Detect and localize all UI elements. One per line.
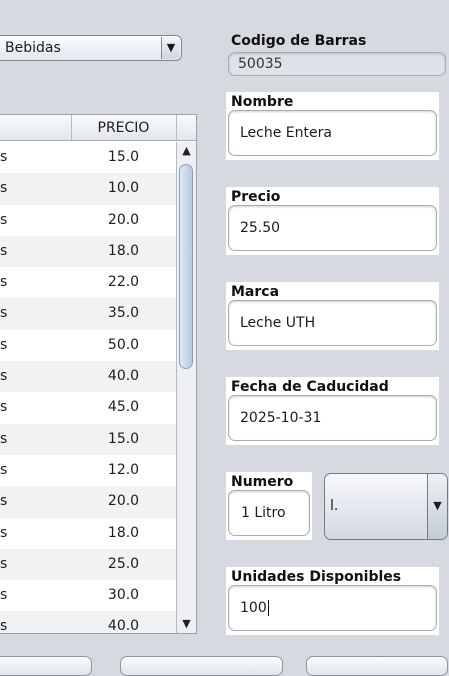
fecha-field[interactable]: 2025-10-31 [228,395,437,441]
nombre-field[interactable]: Leche Entera [228,110,437,156]
cell-name: s [0,336,8,353]
cell-precio: 18.0 [107,242,140,259]
cell-name: s [0,524,8,541]
cell-precio: 30.0 [107,587,140,604]
cell-precio: 50.0 [107,336,140,353]
scroll-up-icon[interactable]: ▲ [177,142,196,160]
cell-name: s [0,461,8,478]
table-row[interactable]: s 20.0 [0,205,176,236]
table-row[interactable]: s 35.0 [0,298,176,330]
cell-precio: 20.0 [107,493,140,510]
marca-field[interactable]: Leche UTH [228,300,437,346]
cell-name: s [0,493,8,510]
table-row[interactable]: s 20.0 [0,486,176,518]
table-row[interactable]: s 12.0 [0,455,176,486]
scroll-down-icon[interactable]: ▼ [177,615,196,633]
unidades-value: 100 [240,600,267,616]
table-row[interactable]: s 40.0 [0,611,176,634]
column-header-precio[interactable]: PRECIO [71,115,176,140]
table-row[interactable]: s 15.0 [0,142,176,173]
unit-select-value: l. [330,498,339,514]
cell-precio: 25.0 [107,555,140,572]
unit-select[interactable]: l. ▼ [324,473,448,540]
marca-value: Leche UTH [240,315,316,331]
cell-name: s [0,305,8,322]
bottom-button-3[interactable] [306,656,448,676]
table-row[interactable]: s 18.0 [0,235,176,268]
nombre-panel: Nombre Leche Entera [226,92,439,160]
cell-name: s [0,180,8,197]
cell-precio: 35.0 [107,305,140,322]
cell-name: s [0,618,8,634]
marca-label: Marca [231,284,280,300]
table-row[interactable]: s 15.0 [0,423,176,455]
cell-name: s [0,211,8,228]
category-select[interactable]: Bebidas ▼ [0,35,182,61]
cell-name: s [0,149,8,165]
chevron-down-icon[interactable]: ▼ [427,474,447,539]
table-corner [176,115,196,141]
table-vertical-scrollbar[interactable]: ▲ ▼ [176,142,196,633]
cell-name: s [0,587,8,604]
unidades-panel: Unidades Disponibles 100 [226,567,439,635]
numero-value: 1 Litro [241,505,286,521]
category-select-value: Bebidas [5,40,61,56]
fecha-label: Fecha de Caducidad [231,379,389,395]
precio-label: Precio [231,189,281,205]
cell-name: s [0,242,8,259]
unidades-label: Unidades Disponibles [231,569,402,585]
cell-name: s [0,430,8,447]
column-header-name[interactable] [0,115,72,140]
cell-name: s [0,368,8,385]
table-row[interactable]: s 50.0 [0,330,176,361]
barcode-field: 50035 [228,52,446,76]
bottom-button-1[interactable] [0,656,92,676]
precio-panel: Precio 25.50 [226,187,439,255]
table-row[interactable]: s 45.0 [0,392,176,423]
cell-name: s [0,555,8,572]
cell-precio: 20.0 [107,211,140,228]
nombre-label: Nombre [231,94,294,110]
text-cursor [267,600,269,616]
chevron-down-icon[interactable]: ▼ [161,37,180,59]
fecha-panel: Fecha de Caducidad 2025-10-31 [226,377,439,445]
barcode-label: Codigo de Barras [231,33,367,49]
cell-precio: 45.0 [107,399,140,416]
cell-name: s [0,274,8,291]
table-row[interactable]: s 10.0 [0,173,176,205]
table-header: PRECIO [0,115,176,141]
cell-precio: 10.0 [107,180,140,197]
cell-precio: 40.0 [107,618,140,634]
products-table: PRECIO s 15.0 s 10.0 s 20.0 s 18.0 s 22.0 s 35.0 s 50… [0,114,197,634]
fecha-value: 2025-10-31 [240,410,322,426]
table-row[interactable]: s 25.0 [0,548,176,581]
cell-precio: 15.0 [107,149,140,165]
nombre-value: Leche Entera [240,125,332,141]
table-row[interactable]: s 40.0 [0,361,176,393]
scrollbar-thumb[interactable] [179,164,193,369]
barcode-value: 50035 [238,56,283,72]
bottom-button-2[interactable] [120,656,283,676]
cell-precio: 18.0 [107,524,140,541]
table-row[interactable]: s 18.0 [0,518,176,549]
precio-value: 25.50 [240,220,281,236]
cell-precio: 22.0 [107,274,140,291]
cell-precio: 40.0 [107,368,140,385]
table-row[interactable]: s 22.0 [0,267,176,298]
numero-field[interactable]: 1 Litro [228,490,310,536]
cell-precio: 15.0 [107,430,140,447]
cell-precio: 12.0 [107,461,140,478]
cell-name: s [0,399,8,416]
numero-panel: Numero 1 Litro [226,472,312,540]
table-body: s 15.0 s 10.0 s 20.0 s 18.0 s 22.0 s 35.0 s 50.0 s 40.0… [0,142,176,634]
numero-label: Numero [231,474,294,490]
table-row[interactable]: s 30.0 [0,580,176,611]
marca-panel: Marca Leche UTH [226,282,439,350]
precio-field[interactable]: 25.50 [228,205,437,251]
unidades-field[interactable]: 100 [228,585,437,631]
